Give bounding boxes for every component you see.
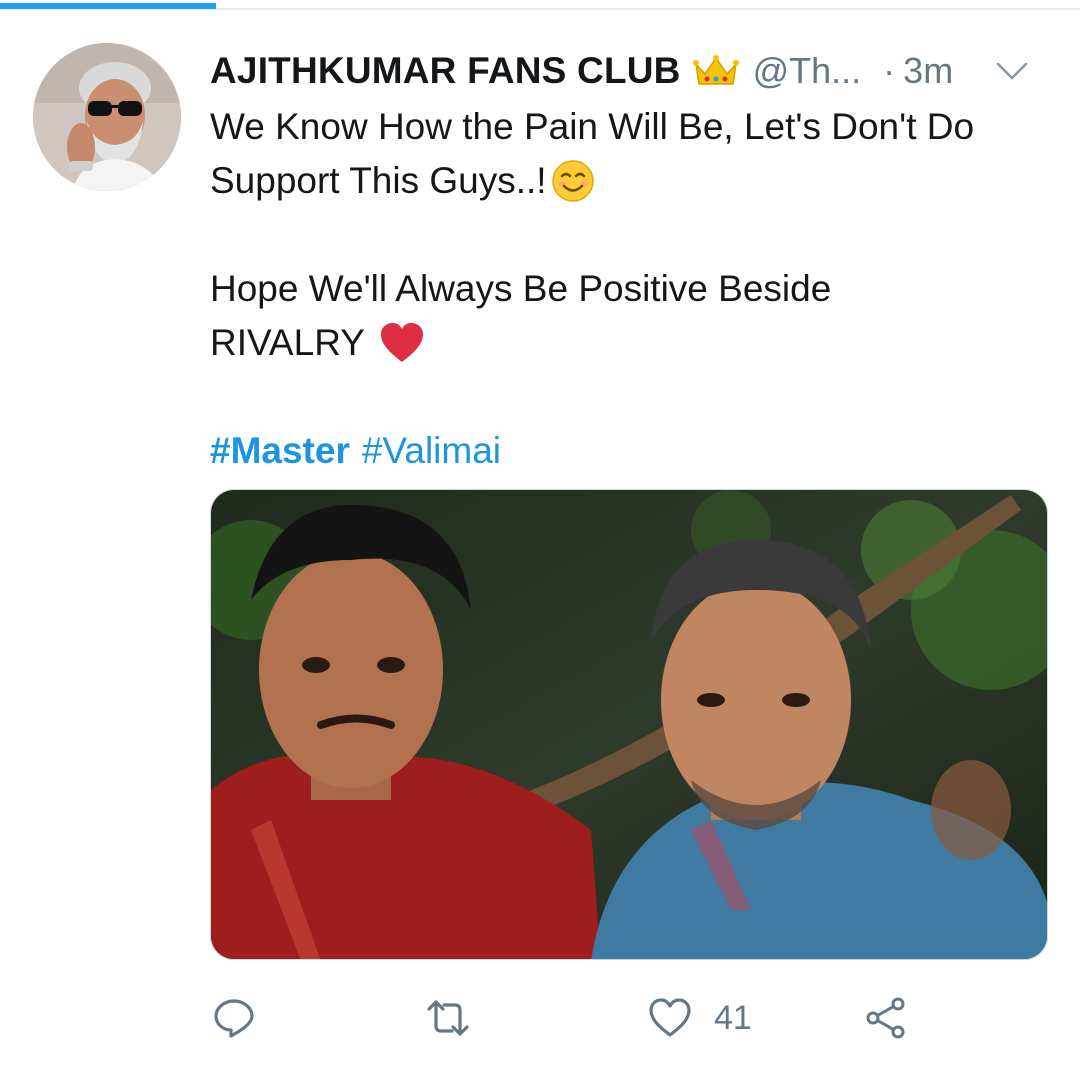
heart-icon [649, 998, 691, 1037]
loading-progress-bar [0, 3, 216, 9]
loading-progress-track [0, 0, 1080, 10]
tweet-text-segment: We Know How the Pain Will Be, Let's Don'… [210, 106, 975, 147]
tweet-text-segment: RIVALRY [210, 322, 365, 363]
tweet-text-line: Hope We'll Always Be Positive Beside [210, 262, 1060, 316]
tweet-actions: 41 [210, 990, 970, 1046]
tweet-text: We Know How the Pain Will Be, Let's Don'… [210, 100, 1060, 478]
tweet-timestamp[interactable]: 3m [903, 50, 953, 92]
tweet-header: AJITHKUMAR FANS CLUB @Th... · 3m [210, 46, 1060, 96]
smiling-face-emoji-icon [551, 160, 594, 202]
avatar-photo [33, 43, 181, 191]
tweet-text-segment: Support This Guys..! [210, 160, 547, 201]
tweet-text-line: We Know How the Pain Will Be, Let's Don'… [210, 100, 1060, 154]
tweet-media-image[interactable] [210, 489, 1048, 960]
tweet-text-segment: Hope We'll Always Be Positive Beside [210, 268, 832, 309]
tweet-screen: AJITHKUMAR FANS CLUB @Th... · 3m We Know… [0, 0, 1080, 1069]
like-count: 41 [714, 998, 752, 1037]
red-heart-emoji-icon [380, 323, 423, 362]
hashtag-link[interactable]: #Valimai [362, 424, 501, 478]
reply-icon [214, 999, 254, 1038]
tweet-text-line: RIVALRY [210, 316, 1060, 370]
retweet-icon [427, 1000, 469, 1036]
chevron-down-icon[interactable] [995, 60, 1029, 82]
hashtag-line: #Master #Valimai [210, 424, 1060, 478]
avatar[interactable] [33, 43, 181, 191]
crown-icon [692, 55, 739, 85]
share-icon [866, 997, 905, 1039]
user-handle[interactable]: @Th... [753, 50, 862, 92]
hashtag-link[interactable]: #Master [210, 424, 350, 478]
media-photo [211, 490, 1047, 959]
tweet-text-line: Support This Guys..! [210, 154, 1060, 208]
display-name[interactable]: AJITHKUMAR FANS CLUB [210, 50, 681, 92]
separator-dot: · [883, 50, 896, 91]
reply-button[interactable] [212, 990, 256, 1046]
like-button[interactable]: 41 [648, 990, 752, 1046]
retweet-button[interactable] [426, 990, 470, 1046]
share-button[interactable] [864, 990, 908, 1046]
